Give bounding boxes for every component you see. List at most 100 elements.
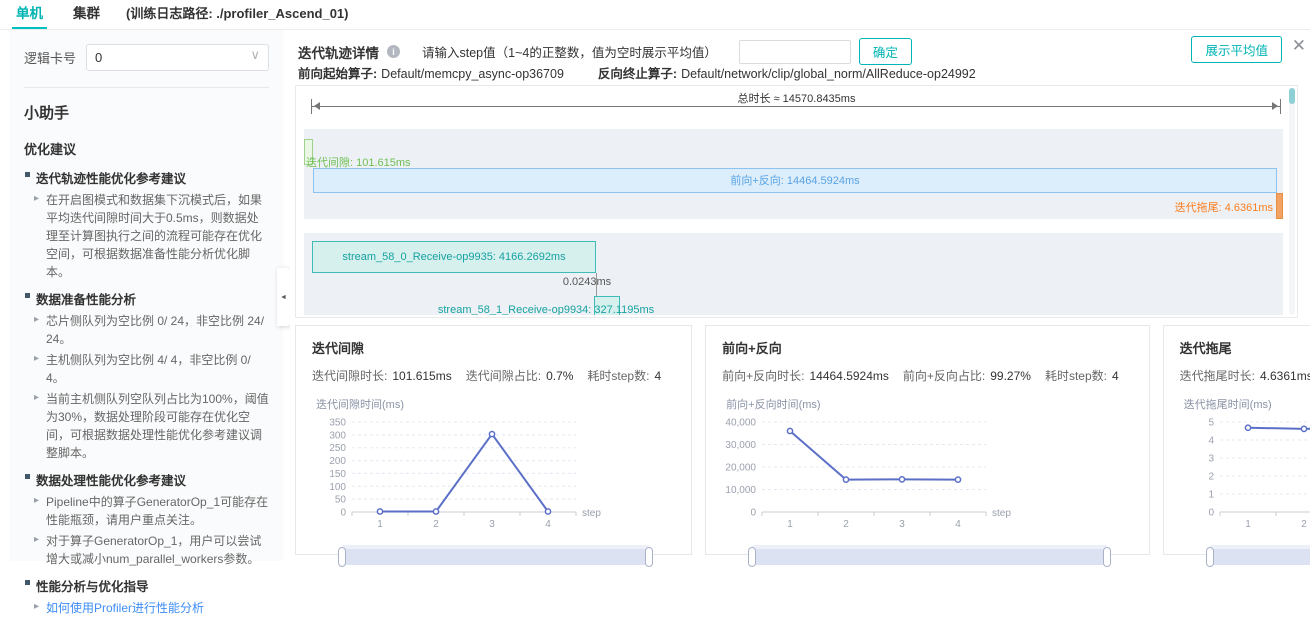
sidebar: 逻辑卡号 0 ∨ 小助手 优化建议 迭代轨迹性能优化参考建议在开启图模式和数据集…	[10, 30, 283, 561]
forward-start-op: 前向起始算子: Default/memcpy_async-op36709	[298, 63, 564, 82]
confirm-button[interactable]: 确定	[859, 38, 912, 65]
svg-text:0: 0	[751, 508, 757, 519]
svg-text:2: 2	[1208, 472, 1214, 483]
sidebar-divider	[24, 87, 269, 88]
logic-card-label: 逻辑卡号	[24, 48, 76, 67]
metric-card-stats: 迭代拖尾时长:4.6361ms迭代拖尾占比:0.03%耗时step数:4	[1180, 367, 1310, 384]
chart-y-axis-title: 迭代间隙时间(ms)	[316, 396, 675, 412]
arrow-endbar-left	[311, 99, 312, 114]
close-icon[interactable]: ✕	[1292, 37, 1306, 54]
brush-handle-left[interactable]	[748, 547, 756, 567]
line-chart[interactable]: 010,00020,00030,00040,0001234step	[722, 414, 1020, 540]
chart-y-axis-title: 前向+反向时间(ms)	[726, 396, 1133, 412]
line-chart[interactable]: 0501001502002503003501234step	[312, 414, 610, 540]
svg-text:3: 3	[899, 519, 905, 530]
suggestion-section-title: 性能分析与优化指导	[24, 576, 269, 595]
suggestion-item: 对于算子GeneratorOp_1，用户可以尝试增大或减小num_paralle…	[24, 532, 269, 568]
iteration-tail-label: 迭代拖尾: 4.6361ms	[1175, 199, 1273, 215]
timeline-chart[interactable]: 总时长 ≈ 14570.8435ms 迭代间隙: 101.615ms 前向+反向…	[295, 85, 1298, 318]
timeline-row-step: 迭代间隙: 101.615ms 前向+反向: 14464.5924ms 迭代拖尾…	[304, 129, 1283, 219]
backward-end-op-value: Default/network/clip/global_norm/AllRedu…	[681, 67, 976, 81]
metric-card-2: 前向+反向前向+反向时长:14464.5924ms前向+反向占比:99.27%耗…	[705, 325, 1150, 555]
sidebar-collapse-handle[interactable]: ◄	[277, 268, 290, 326]
tab-cluster[interactable]: 集群	[69, 2, 104, 29]
svg-text:2: 2	[843, 519, 849, 530]
svg-text:1: 1	[1208, 490, 1214, 501]
suggestion-section-title: 数据准备性能分析	[24, 289, 269, 308]
stat-value: 4	[1112, 369, 1119, 383]
line-chart[interactable]: 0123451234step	[1180, 414, 1310, 540]
assistant-title: 小助手	[24, 102, 269, 123]
svg-text:40,000: 40,000	[726, 418, 757, 429]
logic-card-select[interactable]: 0 ∨	[86, 44, 269, 71]
suggestion-item: 主机侧队列为空比例 4/ 4，非空比例 0/ 4。	[24, 351, 269, 387]
forward-backward-bar[interactable]: 前向+反向: 14464.5924ms	[313, 168, 1277, 193]
brush-handle-right[interactable]	[1103, 547, 1111, 567]
stat-label: 耗时step数:	[587, 369, 649, 383]
brush-handle-left[interactable]	[1206, 547, 1214, 567]
suggestion-item: 当前主机侧队列空队列占比为100%，阈值为30%，数据处理阶段可能存在优化空间，…	[24, 390, 269, 462]
svg-text:50: 50	[335, 495, 347, 506]
metric-card-3: 迭代拖尾迭代拖尾时长:4.6361ms迭代拖尾占比:0.03%耗时step数:4…	[1163, 325, 1310, 555]
profiler-help-link[interactable]: 如何使用Profiler进行性能分析	[24, 599, 269, 617]
stream-gap-label: 0.0243ms	[542, 276, 632, 288]
stat-value: 4	[654, 369, 661, 383]
suggestion-section-title: 迭代轨迹性能优化参考建议	[24, 168, 269, 187]
metric-card-title: 迭代拖尾	[1180, 338, 1310, 357]
suggestions-list: 迭代轨迹性能优化参考建议在开启图模式和数据集下沉模式后，如果平均迭代间隙时间大于…	[24, 168, 269, 617]
stat-label: 迭代间隙占比:	[466, 369, 541, 383]
logic-card-value: 0	[95, 50, 102, 65]
brush-handle-left[interactable]	[338, 547, 346, 567]
svg-text:20,000: 20,000	[726, 463, 757, 474]
chart-brush-slider[interactable]	[342, 549, 649, 565]
chevron-down-icon: ∨	[250, 50, 260, 60]
stat-value: 99.27%	[990, 369, 1031, 383]
brush-handle-right[interactable]	[645, 547, 653, 567]
svg-text:2: 2	[433, 519, 439, 530]
stat-value: 0.7%	[546, 369, 573, 383]
forward-start-op-label: 前向起始算子:	[298, 67, 377, 81]
svg-text:4: 4	[1208, 436, 1214, 447]
iteration-trace-panel: 迭代轨迹详情 i 请输入step值（1~4的正整数，值为空时展示平均值） 确定 …	[290, 30, 1310, 561]
svg-text:3: 3	[489, 519, 495, 530]
metric-card-stats: 前向+反向时长:14464.5924ms前向+反向占比:99.27%耗时step…	[722, 367, 1133, 384]
svg-text:step: step	[582, 508, 601, 519]
chart-brush-slider[interactable]	[752, 549, 1107, 565]
stat-value: 4.6361ms	[1260, 369, 1310, 383]
timeline-scrollbar-thumb[interactable]	[1289, 88, 1295, 104]
svg-text:200: 200	[329, 456, 346, 467]
info-icon[interactable]: i	[387, 45, 400, 58]
svg-text:1: 1	[1245, 519, 1251, 530]
suggestion-item: 在开启图模式和数据集下沉模式后，如果平均迭代间隙时间大于0.5ms，则数据处理至…	[24, 191, 269, 281]
panel-title: 迭代轨迹详情	[298, 42, 379, 62]
timeline-scrollbar[interactable]	[1289, 88, 1295, 315]
suggestion-item: Pipeline中的算子GeneratorOp_1可能存在性能瓶颈，请用户重点关…	[24, 493, 269, 529]
show-average-button[interactable]: 展示平均值	[1191, 36, 1282, 63]
svg-text:150: 150	[329, 469, 346, 480]
svg-text:4: 4	[545, 519, 551, 530]
svg-text:1: 1	[377, 519, 383, 530]
metric-card-title: 前向+反向	[722, 338, 1133, 357]
svg-text:0: 0	[340, 508, 346, 519]
stat-label: 前向+反向占比:	[903, 369, 985, 383]
stat-label: 迭代拖尾时长:	[1180, 369, 1255, 383]
stat-label: 耗时step数:	[1045, 369, 1107, 383]
timeline-row-streams: stream_58_0_Receive-op9935: 4166.2692ms …	[304, 233, 1283, 315]
svg-text:2: 2	[1301, 519, 1307, 530]
metric-card-stats: 迭代间隙时长:101.615ms迭代间隙占比:0.7%耗时step数:4	[312, 367, 675, 384]
svg-text:1: 1	[787, 519, 793, 530]
tab-standalone[interactable]: 单机	[12, 2, 47, 29]
iteration-tail-bar[interactable]	[1276, 193, 1283, 219]
forward-start-op-value: Default/memcpy_async-op36709	[381, 67, 564, 81]
step-input[interactable]	[739, 40, 851, 64]
training-log-path: (训练日志路径: ./profiler_Ascend_01)	[126, 3, 349, 29]
svg-text:5: 5	[1208, 418, 1214, 429]
suggestion-section-title: 数据处理性能优化参考建议	[24, 470, 269, 489]
chart-brush-slider[interactable]	[1210, 549, 1310, 565]
arrow-endbar-right	[1280, 99, 1281, 114]
chart-y-axis-title: 迭代拖尾时间(ms)	[1184, 396, 1310, 412]
stream-receive-bar-1[interactable]: stream_58_0_Receive-op9935: 4166.2692ms	[312, 241, 596, 273]
svg-text:10,000: 10,000	[726, 485, 757, 496]
metric-card-1: 迭代间隙迭代间隙时长:101.615ms迭代间隙占比:0.7%耗时step数:4…	[295, 325, 692, 555]
svg-text:350: 350	[329, 418, 346, 429]
